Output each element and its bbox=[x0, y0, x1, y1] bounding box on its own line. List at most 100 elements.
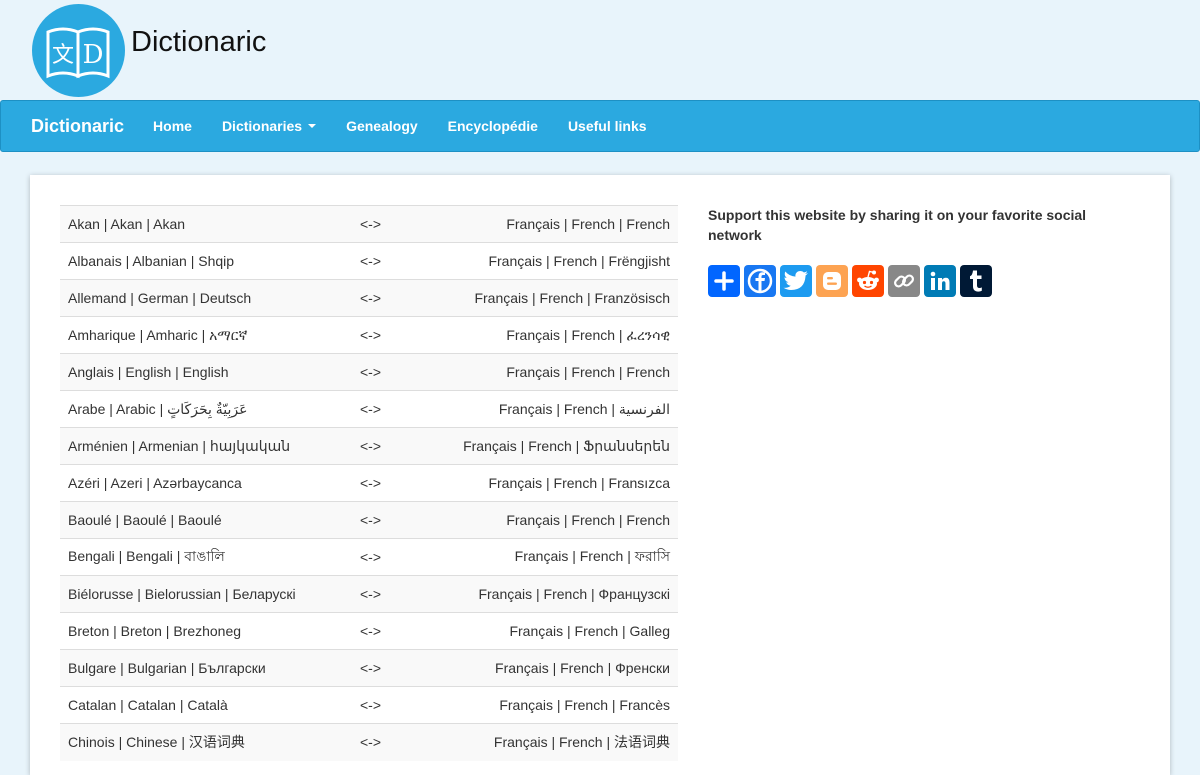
source-language-link[interactable]: Akan | Akan | Akan bbox=[68, 216, 185, 232]
reddit-icon bbox=[857, 270, 879, 290]
nav-encyclopedie-label: Encyclopédie bbox=[447, 118, 538, 134]
target-language-cell: Français | French | ፈረንሳዊ bbox=[410, 316, 678, 354]
nav-dictionaries-dropdown[interactable]: Dictionaries bbox=[207, 118, 331, 134]
target-language-link[interactable]: Français | French | ফরাসি bbox=[515, 548, 670, 564]
source-language-cell: Breton | Breton | Brezhoneg bbox=[60, 612, 350, 650]
source-language-cell: Albanais | Albanian | Shqip bbox=[60, 242, 350, 280]
target-language-cell: Français | French | Frëngjisht bbox=[410, 242, 678, 280]
link-icon bbox=[893, 274, 915, 288]
nav-encyclopedie[interactable]: Encyclopédie bbox=[433, 118, 553, 134]
tumblr-icon bbox=[970, 270, 982, 292]
source-language-link[interactable]: Chinois | Chinese | 汉语词典 bbox=[68, 734, 245, 750]
source-language-cell: Allemand | German | Deutsch bbox=[60, 279, 350, 317]
source-language-link[interactable]: Baoulé | Baoulé | Baoulé bbox=[68, 512, 222, 528]
source-language-link[interactable]: Albanais | Albanian | Shqip bbox=[68, 253, 234, 269]
navbar-brand[interactable]: Dictionaric bbox=[31, 116, 124, 137]
source-language-link[interactable]: Arabe | Arabic | عَرَبِيّةٌ بِحَرَكَاتٍ bbox=[68, 401, 247, 417]
target-language-link[interactable]: Français | French | French bbox=[506, 216, 670, 232]
source-language-link[interactable]: Arménien | Armenian | հայկական bbox=[68, 438, 290, 454]
direction-arrow: <-> bbox=[350, 612, 410, 650]
logo-glyph-right: D bbox=[83, 40, 104, 70]
direction-arrow: <-> bbox=[350, 723, 410, 761]
target-language-link[interactable]: Français | French | Ֆրանսերեն bbox=[463, 438, 670, 454]
nav-genealogy[interactable]: Genealogy bbox=[331, 118, 433, 134]
direction-arrow: <-> bbox=[350, 464, 410, 502]
target-language-link[interactable]: Français | French | Französisch bbox=[474, 290, 670, 306]
source-language-link[interactable]: Allemand | German | Deutsch bbox=[68, 290, 251, 306]
main-navbar: Dictionaric Home Dictionaries Genealogy … bbox=[0, 100, 1200, 152]
source-language-link[interactable]: Biélorusse | Bielorussian | Беларускі bbox=[68, 586, 296, 602]
blogger-share-button[interactable] bbox=[816, 265, 848, 297]
direction-arrow: <-> bbox=[350, 649, 410, 687]
target-language-link[interactable]: Français | French | Frëngjisht bbox=[488, 253, 670, 269]
target-language-cell: Français | French | Francès bbox=[410, 686, 678, 724]
source-language-cell: Anglais | English | English bbox=[60, 353, 350, 391]
nav-useful-links[interactable]: Useful links bbox=[553, 118, 662, 134]
target-language-cell: Français | French | Französisch bbox=[410, 279, 678, 317]
dictionary-row: Arabe | Arabic | عَرَبِيّةٌ بِحَرَكَاتٍ <… bbox=[60, 390, 678, 428]
content-panel: Akan | Akan | Akan <-> Français | French |… bbox=[30, 175, 1170, 775]
target-language-cell: Français | French | French bbox=[410, 205, 678, 243]
source-language-cell: Azéri | Azeri | Azərbaycanca bbox=[60, 464, 350, 502]
target-language-link[interactable]: Français | French | French bbox=[506, 512, 670, 528]
nav-home-label: Home bbox=[153, 118, 192, 134]
target-language-cell: Français | French | Galleg bbox=[410, 612, 678, 650]
target-language-link[interactable]: Français | French | Francès bbox=[499, 697, 670, 713]
dictionary-row: Albanais | Albanian | Shqip <-> Français |… bbox=[60, 242, 678, 280]
target-language-link[interactable]: Français | French | 法语词典 bbox=[494, 734, 670, 750]
target-language-link[interactable]: Français | French | ፈረንሳዊ bbox=[506, 327, 670, 343]
plus-icon bbox=[714, 271, 734, 291]
source-language-link[interactable]: Catalan | Catalan | Català bbox=[68, 697, 228, 713]
source-language-link[interactable]: Breton | Breton | Brezhoneg bbox=[68, 623, 241, 639]
dictionary-row: Chinois | Chinese | 汉语词典 <-> Français | Fr… bbox=[60, 723, 678, 761]
target-language-link[interactable]: Français | French | Fransızca bbox=[488, 475, 670, 491]
source-language-link[interactable]: Bulgare | Bulgarian | Български bbox=[68, 660, 266, 676]
source-language-cell: Biélorusse | Bielorussian | Беларускі bbox=[60, 575, 350, 613]
nav-home[interactable]: Home bbox=[138, 118, 207, 134]
direction-arrow: <-> bbox=[350, 353, 410, 391]
source-language-link[interactable]: Bengali | Bengali | বাঙালি bbox=[68, 548, 225, 564]
direction-arrow: <-> bbox=[350, 279, 410, 317]
logo[interactable]: 文 D bbox=[32, 4, 125, 97]
nav-useful-links-label: Useful links bbox=[567, 118, 647, 134]
twitter-icon bbox=[783, 271, 808, 290]
direction-arrow: <-> bbox=[350, 575, 410, 613]
source-language-link[interactable]: Anglais | English | English bbox=[68, 364, 229, 380]
nav-dictionaries-label: Dictionaries bbox=[221, 118, 303, 134]
target-language-cell: Français | French | French bbox=[410, 501, 678, 539]
share-button[interactable] bbox=[708, 265, 740, 297]
facebook-share-button[interactable] bbox=[744, 265, 776, 297]
dictionary-row: Azéri | Azeri | Azərbaycanca <-> Français … bbox=[60, 464, 678, 502]
reddit-share-button[interactable] bbox=[852, 265, 884, 297]
target-language-cell: Français | French | Френски bbox=[410, 649, 678, 687]
source-language-link[interactable]: Azéri | Azeri | Azərbaycanca bbox=[68, 475, 242, 491]
blogger-icon bbox=[823, 272, 841, 290]
direction-arrow: <-> bbox=[350, 501, 410, 539]
twitter-share-button[interactable] bbox=[780, 265, 812, 297]
source-language-link[interactable]: Amharique | Amharic | አማርኛ bbox=[68, 327, 247, 343]
target-language-link[interactable]: Français | French | Galleg bbox=[509, 623, 670, 639]
target-language-link[interactable]: Français | French | Французскі bbox=[478, 586, 670, 602]
target-language-cell: Français | French | Французскі bbox=[410, 575, 678, 613]
copy-link-button[interactable] bbox=[888, 265, 920, 297]
direction-arrow: <-> bbox=[350, 390, 410, 428]
target-language-link[interactable]: Français | French | French bbox=[506, 364, 670, 380]
source-language-cell: Akan | Akan | Akan bbox=[60, 205, 350, 243]
dictionary-table: Akan | Akan | Akan <-> Français | French |… bbox=[60, 205, 678, 761]
dictionary-row: Bulgare | Bulgarian | Български <-> França… bbox=[60, 649, 678, 687]
source-language-cell: Arménien | Armenian | հայկական bbox=[60, 427, 350, 465]
target-language-link[interactable]: Français | French | الفرنسية bbox=[499, 401, 670, 417]
caret-down-icon bbox=[308, 124, 317, 128]
source-language-cell: Catalan | Catalan | Català bbox=[60, 686, 350, 724]
linkedin-icon bbox=[930, 271, 950, 290]
linkedin-share-button[interactable] bbox=[924, 265, 956, 297]
source-language-cell: Chinois | Chinese | 汉语词典 bbox=[60, 723, 350, 761]
direction-arrow: <-> bbox=[350, 427, 410, 465]
tumblr-share-button[interactable] bbox=[960, 265, 992, 297]
direction-arrow: <-> bbox=[350, 686, 410, 724]
target-language-cell: Français | French | الفرنسية bbox=[410, 390, 678, 428]
target-language-cell: Français | French | Ֆրանսերեն bbox=[410, 427, 678, 465]
target-language-link[interactable]: Français | French | Френски bbox=[495, 660, 670, 676]
site-title[interactable]: Dictionaric bbox=[131, 26, 266, 59]
target-language-cell: Français | French | French bbox=[410, 353, 678, 391]
